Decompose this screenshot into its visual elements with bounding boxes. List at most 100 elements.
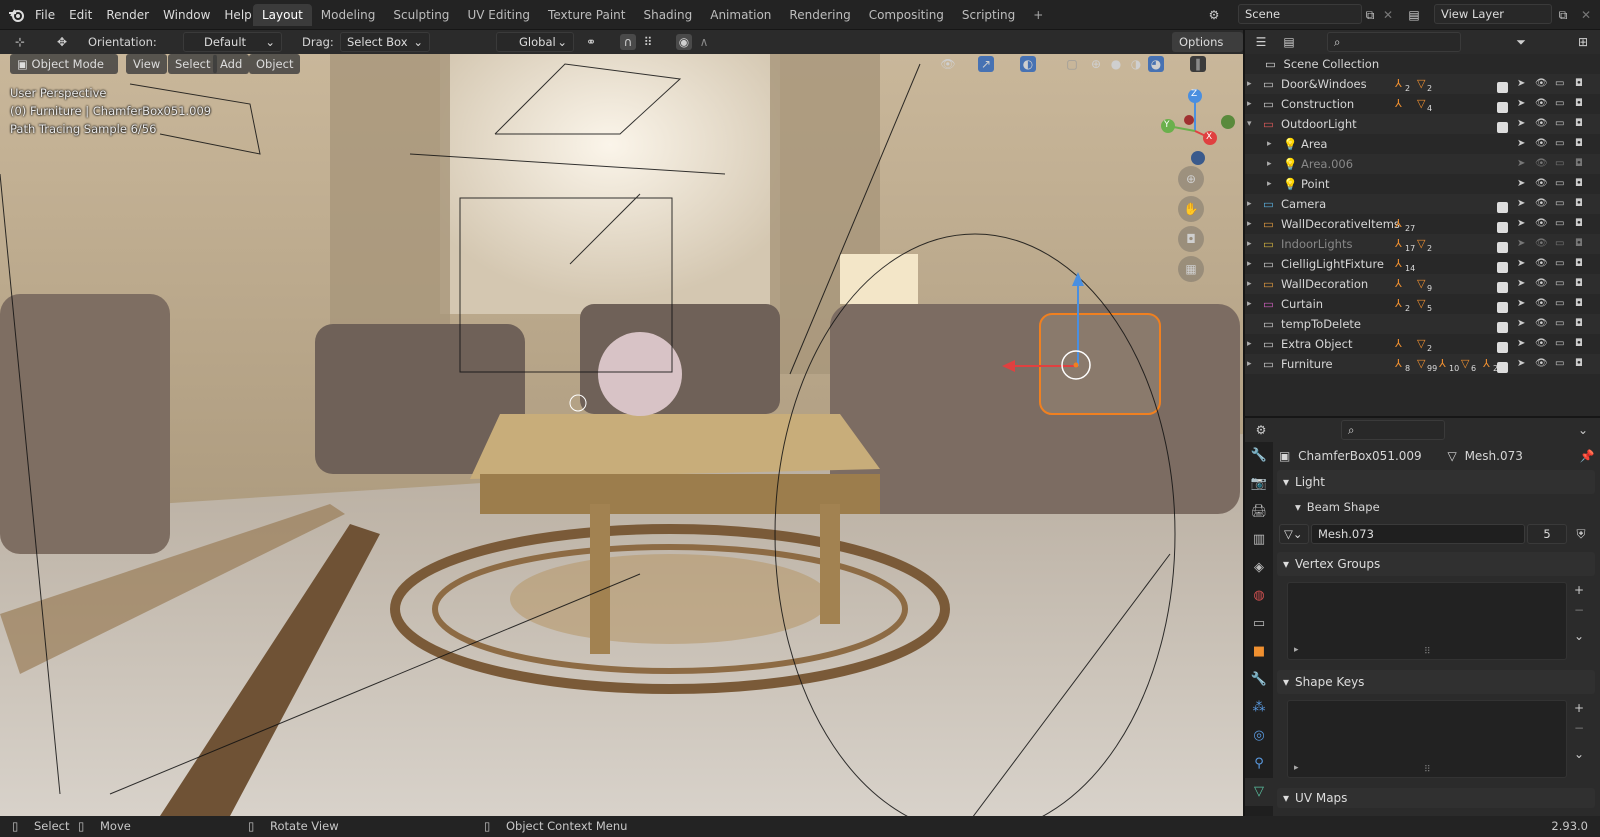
menu-file[interactable]: File bbox=[28, 0, 62, 30]
select-arrow-icon[interactable]: ➤ bbox=[1517, 74, 1525, 94]
tab-texture-paint[interactable]: Texture Paint bbox=[539, 4, 634, 26]
data-tab-icon[interactable]: ▽ bbox=[1245, 778, 1273, 806]
viewport-menu-object[interactable]: Object bbox=[249, 54, 301, 74]
armature-icon[interactable]: ⅄ bbox=[1395, 94, 1402, 114]
eye-icon[interactable]: 👁 bbox=[1535, 334, 1548, 354]
add-workspace-button[interactable]: + bbox=[1024, 4, 1052, 26]
select-arrow-icon[interactable]: ➤ bbox=[1517, 274, 1525, 294]
viewport-menu-select[interactable]: Select bbox=[168, 54, 218, 74]
monitor-icon[interactable]: ▭ bbox=[1555, 294, 1564, 314]
expand-list-icon[interactable]: ▸ bbox=[1294, 763, 1299, 773]
material-shading-icon[interactable]: ◑ bbox=[1128, 56, 1144, 72]
new-scene-icon[interactable]: ⧉ bbox=[1362, 7, 1378, 23]
tab-modeling[interactable]: Modeling bbox=[312, 4, 385, 26]
chevron-down-icon[interactable]: ⌄ bbox=[1575, 422, 1591, 438]
options-button[interactable]: Options ⌄ bbox=[1172, 32, 1243, 69]
exclude-checkbox[interactable] bbox=[1497, 82, 1508, 93]
armature-icon[interactable]: ⅄ bbox=[1395, 334, 1402, 354]
shape-keys-list[interactable]: ▸ ⠿ bbox=[1287, 700, 1567, 778]
monitor-icon[interactable]: ▭ bbox=[1555, 194, 1564, 214]
orientation-dropdown[interactable]: Default ⌄ bbox=[183, 32, 282, 52]
monitor-icon[interactable]: ▭ bbox=[1555, 74, 1564, 94]
pivot-icon[interactable]: ⚭ bbox=[583, 34, 599, 50]
exclude-checkbox[interactable] bbox=[1497, 122, 1508, 133]
armature-icon[interactable]: ⅄ bbox=[1395, 274, 1402, 294]
camera-icon[interactable]: ◘ bbox=[1575, 134, 1583, 154]
monitor-icon[interactable]: ▭ bbox=[1555, 114, 1564, 134]
tab-shading[interactable]: Shading bbox=[634, 4, 701, 26]
move-tool-icon[interactable]: ✥ bbox=[54, 34, 70, 50]
eye-icon[interactable]: 👁 bbox=[1535, 174, 1548, 194]
add-icon[interactable]: + bbox=[1571, 582, 1587, 598]
monitor-icon[interactable]: ▭ bbox=[1555, 354, 1564, 374]
add-icon[interactable]: + bbox=[1571, 700, 1587, 716]
properties-editor-icon[interactable]: ⚙ bbox=[1253, 422, 1269, 438]
tab-animation[interactable]: Animation bbox=[701, 4, 780, 26]
navigation-gizmo[interactable]: Z Y X bbox=[1150, 86, 1240, 166]
camera-icon[interactable]: ◘ bbox=[1575, 314, 1583, 334]
exclude-checkbox[interactable] bbox=[1497, 222, 1508, 233]
display-mode-icon[interactable]: ▤ bbox=[1281, 34, 1297, 50]
drag-dropdown[interactable]: Select Box ⌄ bbox=[340, 32, 430, 52]
tab-rendering[interactable]: Rendering bbox=[780, 4, 859, 26]
armature-icon[interactable]: ⅄ bbox=[1395, 354, 1402, 374]
view-layer-tab-icon[interactable]: ▥ bbox=[1245, 526, 1273, 554]
outliner-row[interactable]: ▸ ▭ CielligLightFixture ⅄ 14 ➤ 👁 ▭ ◘ bbox=[1245, 254, 1600, 274]
render-tab-icon[interactable]: 📷 bbox=[1245, 470, 1273, 498]
eye-icon[interactable]: 👁 bbox=[1535, 354, 1548, 374]
proportional-edit-icon[interactable]: ◉ bbox=[676, 34, 692, 50]
vertex-groups-list[interactable]: ▸ ⠿ bbox=[1287, 582, 1567, 660]
select-arrow-icon[interactable]: ➤ bbox=[1517, 114, 1525, 134]
armature-icon[interactable]: ⅄ bbox=[1395, 234, 1402, 254]
menu-render[interactable]: Render bbox=[99, 0, 156, 30]
tab-sculpting[interactable]: Sculpting bbox=[384, 4, 458, 26]
world-tab-icon[interactable]: ◍ bbox=[1245, 582, 1273, 610]
armature-icon[interactable]: ⅄ bbox=[1395, 294, 1402, 314]
camera-icon[interactable]: ◘ bbox=[1575, 114, 1583, 134]
camera-icon[interactable]: ◘ bbox=[1575, 214, 1583, 234]
mesh-icon[interactable]: ▽ bbox=[1461, 354, 1469, 374]
mesh-datablock-name[interactable]: Mesh.073 bbox=[1311, 524, 1525, 544]
properties-search-input[interactable]: ⌕ bbox=[1341, 420, 1445, 440]
mesh-icon[interactable]: ▽ bbox=[1417, 274, 1425, 294]
constraints-tab-icon[interactable]: ⚲ bbox=[1245, 750, 1273, 778]
expand-arrow-icon[interactable]: ▸ bbox=[1247, 194, 1252, 214]
remove-icon[interactable]: − bbox=[1571, 602, 1587, 618]
select-arrow-icon[interactable]: ➤ bbox=[1517, 94, 1525, 114]
tab-scripting[interactable]: Scripting bbox=[953, 4, 1024, 26]
monitor-icon[interactable]: ▭ bbox=[1555, 134, 1564, 154]
menu-edit[interactable]: Edit bbox=[62, 0, 99, 30]
rendered-shading-icon[interactable]: ◕ bbox=[1148, 56, 1164, 72]
eye-icon[interactable]: 👁 bbox=[1535, 294, 1548, 314]
monitor-icon[interactable]: ▭ bbox=[1555, 274, 1564, 294]
monitor-icon[interactable]: ▭ bbox=[1555, 314, 1564, 334]
camera-icon[interactable]: ◘ bbox=[1575, 234, 1583, 254]
outliner-row[interactable]: ▸ ▭ WallDecorativeItems ⅄ 27 ➤ 👁 ▭ ◘ bbox=[1245, 214, 1600, 234]
select-arrow-icon[interactable]: ➤ bbox=[1517, 334, 1525, 354]
mesh-icon[interactable]: ▽ bbox=[1417, 334, 1425, 354]
monitor-icon[interactable]: ▭ bbox=[1555, 94, 1564, 114]
falloff-icon[interactable]: ∧ bbox=[696, 34, 712, 50]
eye-icon[interactable]: 👁 bbox=[1535, 94, 1548, 114]
armature-icon[interactable]: ⅄ bbox=[1483, 354, 1490, 374]
outliner-row[interactable]: ▸ ▭ Construction ⅄ ▽ 4 ➤ 👁 ▭ ◘ bbox=[1245, 94, 1600, 114]
eye-icon[interactable]: 👁 bbox=[1535, 274, 1548, 294]
view-layer-field[interactable]: View Layer bbox=[1434, 4, 1552, 24]
tab-uv-editing[interactable]: UV Editing bbox=[458, 4, 539, 26]
select-arrow-icon[interactable]: ➤ bbox=[1517, 294, 1525, 314]
remove-icon[interactable]: − bbox=[1571, 720, 1587, 736]
tool-tab-icon[interactable]: 🔧 bbox=[1245, 442, 1273, 470]
vertex-groups-panel-header[interactable]: ▾ Vertex Groups bbox=[1277, 552, 1595, 576]
new-collection-icon[interactable]: ⊞ bbox=[1575, 34, 1591, 50]
editor-type-icon[interactable]: ⊹ bbox=[12, 34, 28, 50]
expand-arrow-icon[interactable]: ▸ bbox=[1267, 154, 1272, 174]
expand-arrow-icon[interactable]: ▸ bbox=[1247, 94, 1252, 114]
fake-user-shield-icon[interactable]: ⛨ bbox=[1573, 526, 1589, 542]
new-view-layer-icon[interactable]: ⧉ bbox=[1555, 7, 1571, 23]
exclude-checkbox[interactable] bbox=[1497, 202, 1508, 213]
exclude-checkbox[interactable] bbox=[1497, 302, 1508, 313]
camera-icon[interactable]: ◘ bbox=[1575, 274, 1583, 294]
transform-orientation-dropdown[interactable]: Global ⌄ bbox=[496, 32, 574, 52]
select-arrow-icon[interactable]: ➤ bbox=[1517, 214, 1525, 234]
3d-viewport[interactable]: ▣ Object Mode View Select Add Object 👁 ↗… bbox=[0, 54, 1243, 816]
